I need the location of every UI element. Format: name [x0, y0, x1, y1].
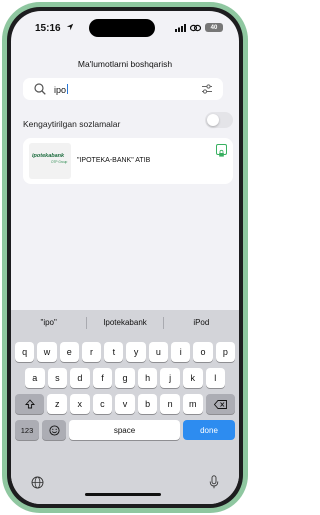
key-g[interactable]: g: [115, 368, 135, 388]
page-title: Ma'lumotlarni boshqarish: [77, 59, 173, 69]
location-icon: [66, 23, 74, 31]
key-row-1: q w e r t y u i o p: [15, 342, 235, 362]
key-h[interactable]: h: [137, 368, 158, 388]
key-l[interactable]: l: [205, 368, 226, 388]
phone-bezel: 15:16 40 Ma'lumotlarni boshqarish ipo Ke…: [7, 7, 243, 508]
key-row-2: a s d f g h j k l: [25, 368, 226, 388]
bank-logo-subtext: OTP Group: [51, 160, 68, 164]
shift-key[interactable]: [15, 394, 45, 414]
suggestion-3[interactable]: iPod: [164, 314, 239, 332]
key-f[interactable]: f: [92, 368, 113, 388]
keyboard-footer: [11, 473, 239, 495]
suggestion-1[interactable]: "ipo": [11, 314, 86, 332]
key-s[interactable]: s: [47, 368, 68, 388]
home-indicator: [85, 493, 161, 496]
screen: 15:16 40 Ma'lumotlarni boshqarish ipo Ke…: [11, 11, 239, 504]
shift-icon: [24, 399, 35, 409]
microphone-icon[interactable]: [209, 475, 219, 489]
advanced-settings-toggle[interactable]: [205, 112, 233, 128]
search-bar[interactable]: ipo: [23, 78, 223, 100]
key-t[interactable]: t: [104, 342, 124, 362]
advanced-settings-label: Kengaytirilgan sozlamalar: [23, 119, 121, 129]
dynamic-island: [89, 19, 155, 37]
lock-icon: [216, 144, 227, 157]
emoji-icon: [48, 424, 60, 436]
key-row-4: 123 space done: [15, 420, 235, 440]
key-z[interactable]: z: [47, 394, 67, 414]
bank-result-card[interactable]: ipotekabank OTP Group "IPOTEKA-BANK" ATI…: [23, 138, 233, 184]
search-input[interactable]: ipo: [54, 84, 69, 95]
key-e[interactable]: e: [59, 342, 79, 362]
key-b[interactable]: b: [137, 394, 158, 414]
key-m[interactable]: m: [182, 394, 203, 414]
key-row-3: z x c v b n m: [15, 394, 235, 414]
search-input-value: ipo: [54, 85, 67, 95]
key-y[interactable]: y: [126, 342, 146, 362]
key-o[interactable]: o: [193, 342, 213, 362]
toggle-knob: [207, 114, 219, 126]
filter-icon[interactable]: [201, 83, 213, 95]
key-q[interactable]: q: [15, 342, 35, 362]
backspace-key[interactable]: [205, 394, 235, 414]
bank-logo-text: ipotekabank: [32, 153, 65, 159]
phone-frame: 15:16 40 Ma'lumotlarni boshqarish ipo Ke…: [2, 2, 248, 513]
battery-icon: 40: [205, 23, 223, 32]
keyboard: "ipo" Ipotekabank iPod q w e r t y u i o…: [11, 310, 239, 504]
signal-icon: [175, 23, 186, 32]
key-u[interactable]: u: [148, 342, 169, 362]
globe-icon[interactable]: [31, 476, 44, 489]
suggestion-bar: "ipo" Ipotekabank iPod: [11, 314, 239, 332]
key-v[interactable]: v: [115, 394, 135, 414]
key-k[interactable]: k: [182, 368, 203, 388]
text-cursor: [67, 84, 69, 94]
status-time: 15:16: [35, 23, 61, 34]
key-w[interactable]: w: [37, 342, 57, 362]
key-a[interactable]: a: [25, 368, 45, 388]
key-n[interactable]: n: [160, 394, 180, 414]
link-icon: [190, 24, 201, 31]
space-key[interactable]: space: [69, 420, 180, 440]
key-d[interactable]: d: [70, 368, 90, 388]
bank-logo: ipotekabank OTP Group: [29, 143, 71, 179]
status-bar: 15:16 40: [11, 11, 239, 41]
emoji-key[interactable]: [42, 420, 66, 440]
done-key[interactable]: done: [183, 420, 235, 440]
search-icon: [34, 83, 46, 95]
bank-name: "IPOTEKA-BANK" ATIB: [77, 157, 151, 164]
key-r[interactable]: r: [81, 342, 102, 362]
key-c[interactable]: c: [92, 394, 113, 414]
key-x[interactable]: x: [70, 394, 90, 414]
key-i[interactable]: i: [171, 342, 191, 362]
suggestion-2[interactable]: Ipotekabank: [87, 314, 162, 332]
status-icons: 40: [175, 23, 223, 32]
key-j[interactable]: j: [160, 368, 180, 388]
numbers-key[interactable]: 123: [15, 420, 39, 440]
key-p[interactable]: p: [215, 342, 235, 362]
backspace-icon: [213, 399, 227, 409]
